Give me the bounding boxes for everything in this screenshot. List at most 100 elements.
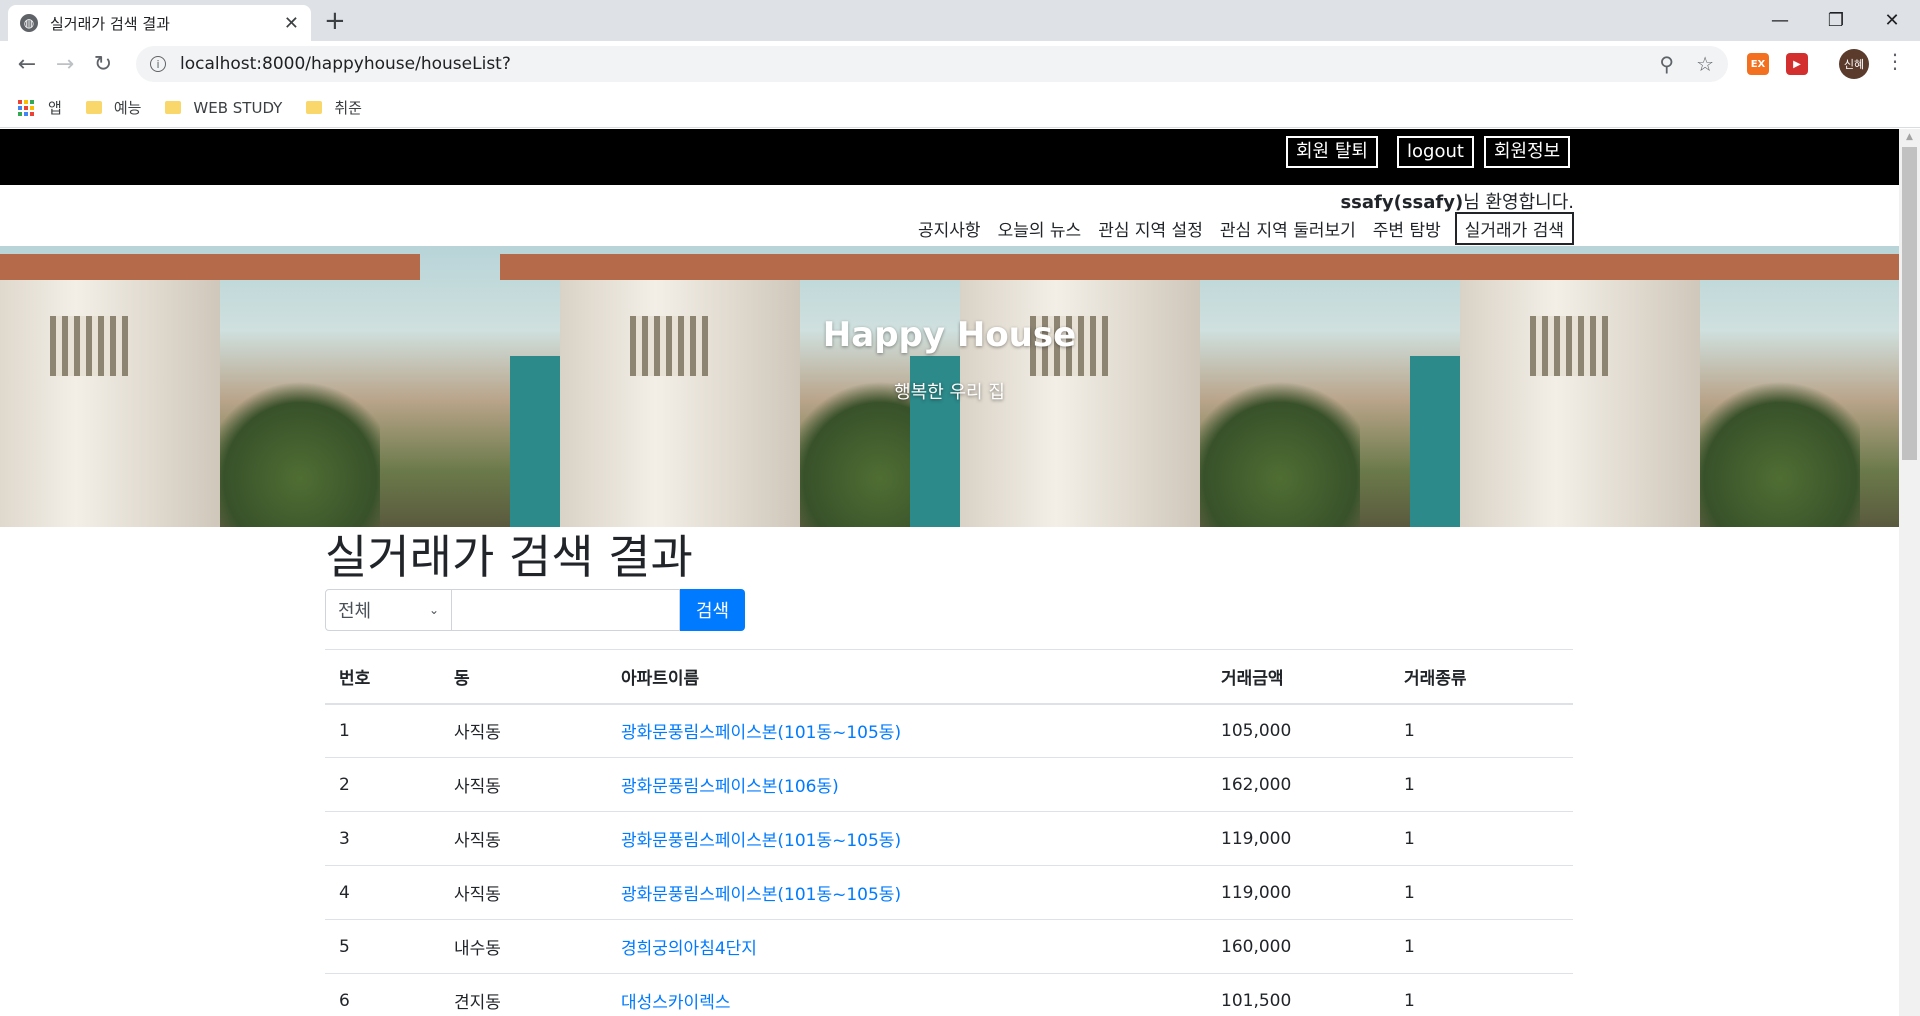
scrollbar-thumb[interactable] [1902,147,1917,460]
forward-icon[interactable]: → [46,46,84,84]
col-dong: 동 [440,649,607,705]
bookmarks-bar: 앱 예능 WEB STUDY 취준 [0,88,1920,128]
cell-number: 2 [325,757,440,812]
col-apartment: 아파트이름 [607,649,1207,705]
logout-button[interactable]: logout [1397,136,1474,168]
member-info-button[interactable]: 회원정보 [1484,136,1571,168]
bookmark-star-icon[interactable]: ☆ [1696,52,1714,76]
url-text[interactable]: localhost:8000/happyhouse/houseList? [180,54,1637,74]
cell-price: 101,500 [1207,973,1390,1016]
cell-price: 119,000 [1207,811,1390,866]
bookmark-label: 예능 [113,99,142,117]
search-form: 전체 ⌄ 검색 [325,589,1573,631]
site-info-icon[interactable]: i [150,56,166,72]
cell-number: 1 [325,703,440,758]
cell-type: 1 [1390,757,1573,812]
apartment-link[interactable]: 광화문풍림스페이스본(101동~105동) [607,811,1207,866]
search-input[interactable] [452,589,680,631]
top-bar: 회원 탈퇴 logout 회원정보 [0,129,1899,185]
cell-price: 105,000 [1207,703,1390,758]
bookmark-folder[interactable]: WEB STUDY [165,99,282,117]
cell-price: 162,000 [1207,757,1390,812]
browser-tab-strip: ◍ 실거래가 검색 결과 ✕ + — ❐ ✕ [0,0,1920,41]
results-table: 번호 동 아파트이름 거래금액 거래종류 1 사직동 광화문풍림스페이스본(10… [325,649,1573,1016]
page-content: 회원 탈퇴 logout 회원정보 ssafy(ssafy)님 환영합니다. 공… [0,129,1899,1016]
extension-media-icon[interactable]: ▶ [1786,53,1808,75]
menu-nearby[interactable]: 주변 탐방 [1373,216,1441,241]
menu-news[interactable]: 오늘의 뉴스 [998,216,1082,241]
address-bar[interactable]: i localhost:8000/happyhouse/houseList? ⚲… [136,46,1728,82]
minimize-icon[interactable]: — [1752,0,1808,41]
zoom-icon[interactable]: ⚲ [1659,52,1674,76]
cell-type: 1 [1390,703,1573,758]
scroll-up-icon[interactable]: ▲ [1899,129,1920,146]
table-row: 4 사직동 광화문풍림스페이스본(101동~105동) 119,000 1 [325,865,1573,920]
cell-number: 4 [325,865,440,920]
browser-toolbar: ← → ↻ i localhost:8000/happyhouse/houseL… [0,41,1920,88]
cell-dong: 사직동 [440,865,607,920]
window-controls: — ❐ ✕ [1752,0,1920,41]
cell-dong: 견지동 [440,973,607,1016]
cell-type: 1 [1390,973,1573,1016]
hero-title: Happy House [822,315,1077,355]
col-price: 거래금액 [1207,649,1390,705]
cell-number: 5 [325,919,440,974]
select-value: 전체 [338,601,372,622]
cell-type: 1 [1390,811,1573,866]
menu-notice[interactable]: 공지사항 [918,216,981,241]
menu-deal-search[interactable]: 실거래가 검색 [1454,212,1574,245]
cell-dong: 내수동 [440,919,607,974]
apartment-link[interactable]: 광화문풍림스페이스본(101동~105동) [607,865,1207,920]
menu-interest-browse[interactable]: 관심 지역 둘러보기 [1220,216,1356,241]
table-row: 1 사직동 광화문풍림스페이스본(101동~105동) 105,000 1 [325,703,1573,758]
window-close-icon[interactable]: ✕ [1864,0,1920,41]
withdraw-button[interactable]: 회원 탈퇴 [1286,136,1378,168]
folder-icon [165,101,182,114]
cell-type: 1 [1390,919,1573,974]
col-type: 거래종류 [1390,649,1573,705]
new-tab-icon[interactable]: + [324,6,346,36]
bookmark-label: 앱 [48,99,62,117]
menu-interest-setting[interactable]: 관심 지역 설정 [1098,216,1203,241]
bookmark-label: WEB STUDY [193,98,283,117]
search-button[interactable]: 검색 [680,589,745,631]
apartment-link[interactable]: 대성스카이렉스 [607,973,1207,1016]
cell-type: 1 [1390,865,1573,920]
profile-avatar[interactable]: 신혜 [1839,49,1869,79]
table-row: 6 견지동 대성스카이렉스 101,500 1 [325,973,1573,1016]
search-type-select[interactable]: 전체 ⌄ [325,589,452,631]
main-content: 실거래가 검색 결과 전체 ⌄ 검색 번호 동 아파트이름 거래금액 거래종류 [325,527,1573,1016]
col-number: 번호 [325,649,440,705]
extension-ex-icon[interactable]: EX [1747,53,1769,75]
main-menu: 공지사항 오늘의 뉴스 관심 지역 설정 관심 지역 둘러보기 주변 탐방 실거… [901,212,1574,245]
cell-price: 160,000 [1207,919,1390,974]
cell-number: 6 [325,973,440,1016]
restore-icon[interactable]: ❐ [1808,0,1864,41]
welcome-message: ssafy(ssafy)님 환영합니다. [1340,188,1574,214]
bookmark-label: 취준 [334,99,362,117]
bookmark-apps[interactable]: 앱 [18,97,62,118]
folder-icon [85,101,102,114]
hero-subtitle: 행복한 우리 집 [894,382,1005,403]
table-row: 3 사직동 광화문풍림스페이스본(101동~105동) 119,000 1 [325,811,1573,866]
table-header-row: 번호 동 아파트이름 거래금액 거래종류 [325,649,1573,705]
reload-icon[interactable]: ↻ [84,46,122,84]
bookmark-folder[interactable]: 예능 [85,97,142,118]
tab-title: 실거래가 검색 결과 [50,14,170,33]
bookmark-folder[interactable]: 취준 [306,97,362,118]
table-row: 2 사직동 광화문풍림스페이스본(106동) 162,000 1 [325,757,1573,812]
menu-kebab-icon[interactable]: ⋮ [1885,49,1905,73]
welcome-user: ssafy(ssafy) [1340,192,1464,213]
apartment-link[interactable]: 광화문풍림스페이스본(101동~105동) [607,703,1207,758]
cell-dong: 사직동 [440,757,607,812]
page-scrollbar[interactable]: ▲ [1899,129,1920,1016]
apartment-link[interactable]: 광화문풍림스페이스본(106동) [607,757,1207,812]
cell-number: 3 [325,811,440,866]
apps-grid-icon [18,99,34,116]
close-tab-icon[interactable]: ✕ [284,13,299,34]
globe-icon: ◍ [20,14,38,32]
browser-tab[interactable]: ◍ 실거래가 검색 결과 ✕ [8,5,311,41]
apartment-link[interactable]: 경희궁의아침4단지 [607,919,1207,974]
back-icon[interactable]: ← [8,46,46,84]
folder-icon [306,101,323,114]
